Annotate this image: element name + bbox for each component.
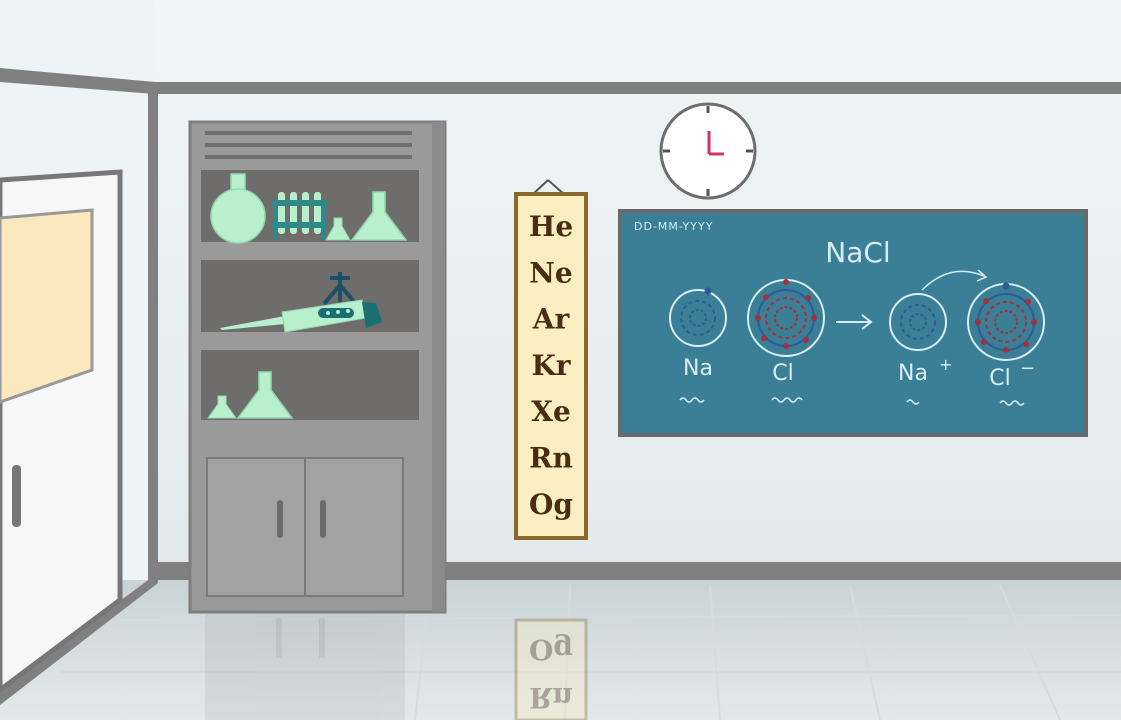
chalkboard-title: NaCl — [825, 236, 890, 269]
ion-label-cl: Cl — [989, 366, 1010, 391]
door-handle-right — [320, 500, 326, 538]
atom-label-na: Na — [683, 356, 713, 381]
scroll-element-ne: Ne — [529, 256, 572, 289]
chalkboard-date: DD-MM-YYYY — [634, 220, 713, 233]
scroll-element-rn: Rn — [529, 442, 573, 475]
shelf-bottom — [201, 350, 419, 420]
door-handle-left — [277, 500, 283, 538]
cabinet-reflection — [205, 612, 405, 720]
wall-clock[interactable] — [659, 102, 757, 200]
ion-charge-na: + — [939, 355, 952, 374]
reflection-element-rn: Rn — [529, 681, 573, 714]
reflection-element-og: Og — [529, 633, 573, 666]
scroll-element-og: Og — [529, 488, 573, 521]
scroll-element-list: He Ne Ar Kr Xe Rn Og — [529, 210, 573, 521]
scroll-element-xe: Xe — [531, 395, 571, 428]
cabinet-door-left[interactable] — [206, 457, 306, 597]
cabinet-door-right[interactable] — [304, 457, 404, 597]
scroll-element-ar: Ar — [532, 303, 571, 336]
atom-label-cl: Cl — [772, 361, 793, 386]
ion-charge-cl: − — [1020, 358, 1035, 379]
lab-scene: He Ne Ar Kr Xe Rn Og Og Rn DD-MM-YYYY NaCl — [0, 0, 1121, 720]
scroll-element-kr: Kr — [531, 349, 571, 382]
ion-label-na: Na — [898, 361, 928, 386]
left-wall-board — [0, 169, 123, 694]
scroll-element-he: He — [529, 210, 573, 243]
scroll-reflection: Og Rn — [514, 618, 588, 720]
